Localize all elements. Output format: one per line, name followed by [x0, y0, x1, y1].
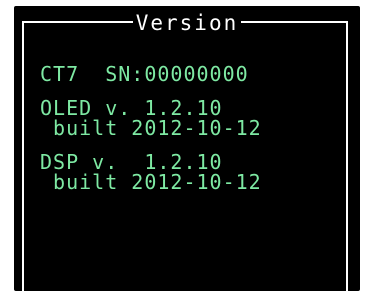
lcd-screen: Version CT7 SN:00000000 OLED v. 1.2.10 b… — [14, 6, 360, 291]
device-serial-line: CT7 SN:00000000 — [40, 62, 249, 86]
dsp-version-line: DSP v. 1.2.10 — [40, 150, 223, 174]
oled-version-line: OLED v. 1.2.10 — [40, 96, 223, 120]
panel-title-wrapper: Version — [14, 10, 360, 36]
panel-title: Version — [132, 11, 242, 35]
oled-build-line: built 2012-10-12 — [40, 116, 262, 140]
dsp-build-line: built 2012-10-12 — [40, 170, 262, 194]
version-info: CT7 SN:00000000 OLED v. 1.2.10 built 201… — [40, 64, 262, 192]
